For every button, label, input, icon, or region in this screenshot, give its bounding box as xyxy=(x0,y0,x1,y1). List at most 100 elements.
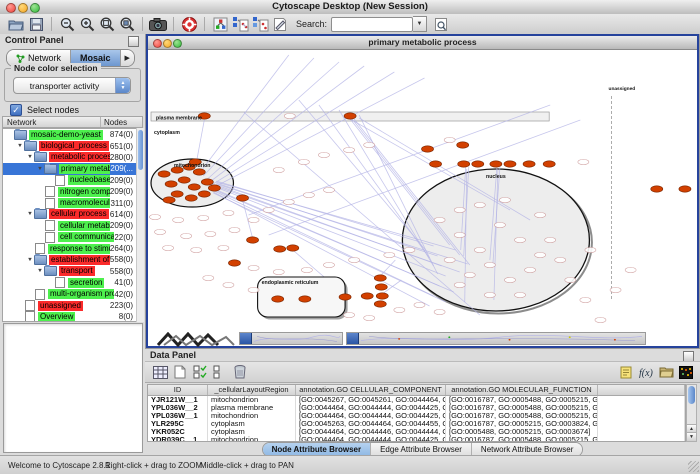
network-canvas[interactable]: plasma membranecytoplasmmitochondrionnuc… xyxy=(148,50,697,333)
node-color-dropdown[interactable]: transporter activity ▲▼ xyxy=(13,77,131,94)
zoom-out-button[interactable] xyxy=(57,15,77,33)
birdseye-view-panel[interactable] xyxy=(3,323,143,453)
gene-node xyxy=(344,147,355,152)
network-tree-row[interactable]: nucleobase-209(0) xyxy=(3,175,142,186)
network-tree-row[interactable]: cellular metabo209(0) xyxy=(3,220,142,231)
function-builder-button[interactable]: f(x) xyxy=(636,363,656,381)
expander-icon[interactable]: ▼ xyxy=(26,257,34,262)
gene-node xyxy=(155,229,166,234)
select-nodes-checkbox[interactable]: ✓ xyxy=(10,104,22,116)
open-session-button[interactable] xyxy=(6,15,26,33)
dropdown-stepper-icon: ▲▼ xyxy=(115,78,130,93)
create-attribute-button[interactable] xyxy=(170,363,190,381)
help-button[interactable] xyxy=(179,15,199,33)
table-cell: [GO:0044464, GO:0044444, GO:0044425, G..… xyxy=(296,412,446,420)
network-tree-row[interactable]: ▼biological_process651(0) xyxy=(3,140,142,151)
cytoscape-desktop-window: Cytoscape Desktop (New Session) xyxy=(0,0,700,474)
expander-icon[interactable]: ▼ xyxy=(26,155,34,160)
network-tree-row[interactable]: unassigned223(0) xyxy=(3,300,142,311)
network-tree-row[interactable]: macromolecule311(0) xyxy=(3,197,142,208)
delete-attribute-button[interactable] xyxy=(230,363,250,381)
import-table-button[interactable] xyxy=(250,15,270,33)
search-dropdown-button[interactable]: ▼ xyxy=(413,16,427,32)
table-row[interactable]: YPL036W__1mitochondrion[GO:0044464, GO:0… xyxy=(148,412,685,420)
network-tree-row[interactable]: multi-organism pro42(0) xyxy=(3,288,142,299)
network-tree-row[interactable]: mosaic-demo-yeast874(0) xyxy=(3,129,142,140)
scroll-down-button[interactable]: ▼ xyxy=(687,432,696,441)
node-color-dropdown-value: transporter activity xyxy=(14,81,115,91)
table-row[interactable]: YPL036W__2plasma membrane[GO:0044464, GO… xyxy=(148,404,685,412)
vizmapper-button[interactable] xyxy=(210,15,230,33)
network-tree-row[interactable]: ▼metabolic process280(0) xyxy=(3,152,142,163)
minimized-network-thumbnail[interactable] xyxy=(156,332,238,347)
selected-gene-node xyxy=(228,260,240,266)
network-view-window: primary metabolic process plasma membran… xyxy=(146,34,699,348)
tree-column-network[interactable]: Network xyxy=(3,117,101,127)
minimized-window-strip[interactable] xyxy=(239,332,343,345)
zoom-in-button[interactable] xyxy=(77,15,97,33)
attribute-columns-icon xyxy=(153,366,168,379)
network-label: establishment of lo xyxy=(49,255,110,265)
annotation-button[interactable] xyxy=(270,15,290,33)
gene-node xyxy=(248,287,259,292)
column-header[interactable]: annotation.GO MOLECULAR_FUNCTION xyxy=(446,385,598,395)
table-scrollbar[interactable]: ▲ ▼ xyxy=(686,384,697,442)
network-tree-row[interactable]: response to stimulu264(0) xyxy=(3,243,142,254)
tree-scrollbar[interactable] xyxy=(136,128,144,322)
expander-icon[interactable]: ▼ xyxy=(26,212,34,217)
network-tree-row[interactable]: cell communicat22(0) xyxy=(3,232,142,243)
network-tree-row[interactable]: nitrogen compo209(0) xyxy=(3,186,142,197)
selected-gene-node xyxy=(198,191,210,197)
save-session-button[interactable] xyxy=(26,15,46,33)
network-label: primary metabo xyxy=(59,164,110,174)
float-panel-icon[interactable] xyxy=(128,36,139,47)
table-row[interactable]: YLR295Ccytoplasm[GO:0045263, GO:0044464,… xyxy=(148,420,685,428)
attribute-columns-button[interactable] xyxy=(150,363,170,381)
selected-gene-node xyxy=(375,284,387,290)
zoom-fit-button[interactable] xyxy=(97,15,117,33)
network-tree-row[interactable]: secretion41(0) xyxy=(3,277,142,288)
table-row[interactable]: YKR052Ccytoplasm[GO:0044464, GO:0044446,… xyxy=(148,428,685,436)
data-panel: Data Panel xyxy=(145,348,700,456)
trash-icon xyxy=(234,365,246,379)
network-tree-row[interactable]: ▼primary metabo209(... xyxy=(3,163,142,174)
network-tree-row[interactable]: ▼establishment of lo558(0) xyxy=(3,254,142,265)
gene-node xyxy=(223,282,234,287)
expander-icon[interactable]: ▼ xyxy=(36,269,44,274)
zoom-selected-button[interactable] xyxy=(117,15,137,33)
column-header[interactable]: _cellularLayoutRegion xyxy=(208,385,296,395)
snapshot-button[interactable] xyxy=(148,15,168,33)
gene-node xyxy=(474,202,485,207)
gene-node xyxy=(318,152,329,157)
minimized-window-strip-2[interactable] xyxy=(346,332,646,345)
file-icon xyxy=(45,232,55,243)
search-input[interactable] xyxy=(331,17,413,32)
data-panel-toolbar: f(x) xyxy=(145,361,700,383)
matrix-button[interactable] xyxy=(676,363,696,381)
column-header[interactable]: ID xyxy=(148,385,208,395)
import-attributes-button[interactable] xyxy=(656,363,676,381)
search-config-button[interactable] xyxy=(431,15,451,33)
network-tree-row[interactable]: Overview8(0) xyxy=(3,311,142,322)
selected-gene-node xyxy=(458,161,470,167)
import-network-button[interactable] xyxy=(230,15,250,33)
expander-icon[interactable]: ▼ xyxy=(36,166,44,171)
column-header[interactable]: annotation.GO CELLULAR_COMPONENT xyxy=(296,385,446,395)
tree-column-nodes[interactable]: Nodes xyxy=(101,117,142,127)
expander-icon[interactable]: ▼ xyxy=(16,143,24,148)
tab-overflow-button[interactable]: ▶ xyxy=(121,50,134,66)
network-window-titlebar[interactable]: primary metabolic process xyxy=(148,36,697,50)
unselect-attributes-button[interactable] xyxy=(210,363,230,381)
resize-grip[interactable] xyxy=(688,461,699,472)
notes-button[interactable] xyxy=(616,363,636,381)
network-tree-row[interactable]: ▼transport558(0) xyxy=(3,266,142,277)
gene-node xyxy=(580,297,591,302)
gene-node xyxy=(454,207,465,212)
mitochondrion-label: mitochondrion xyxy=(174,163,211,169)
network-tree-row[interactable]: ▼cellular process614(0) xyxy=(3,209,142,220)
gene-node xyxy=(454,282,465,287)
zoom-selected-icon xyxy=(120,17,135,32)
select-attributes-button[interactable] xyxy=(190,363,210,381)
gene-node xyxy=(515,237,526,242)
table-row[interactable]: YJR121W__1mitochondrion[GO:0045267, GO:0… xyxy=(148,396,685,404)
